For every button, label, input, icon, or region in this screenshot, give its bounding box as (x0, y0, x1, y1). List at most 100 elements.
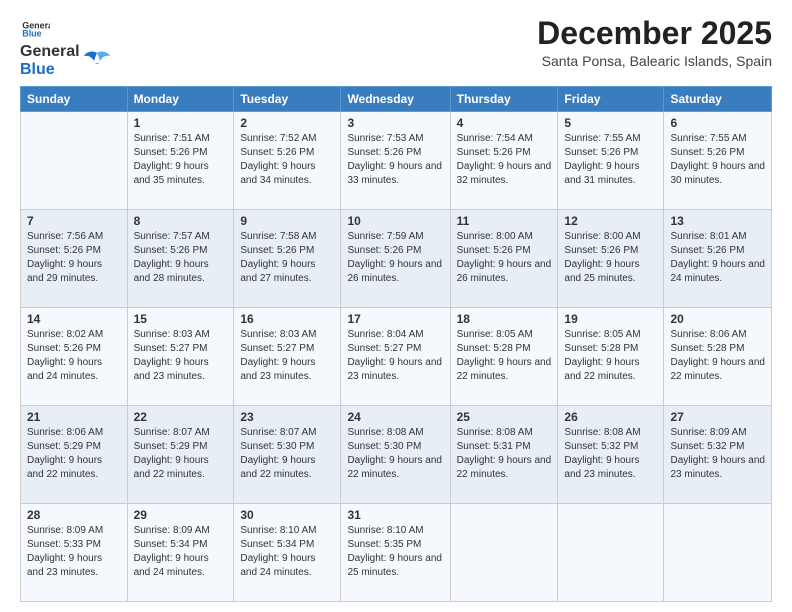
week-row-2: 7 Sunrise: 7:56 AMSunset: 5:26 PMDayligh… (21, 210, 772, 308)
day-info: Sunrise: 7:55 AMSunset: 5:26 PMDaylight:… (564, 132, 657, 188)
logo-area: General Blue General Blue (20, 16, 112, 78)
day-number: 15 (134, 312, 228, 326)
day-number: 25 (457, 410, 552, 424)
day-cell: 1 Sunrise: 7:51 AMSunset: 5:26 PMDayligh… (127, 112, 234, 210)
day-info: Sunrise: 8:07 AMSunset: 5:29 PMDaylight:… (134, 426, 228, 482)
day-info: Sunrise: 8:07 AMSunset: 5:30 PMDaylight:… (240, 426, 334, 482)
day-cell: 11 Sunrise: 8:00 AMSunset: 5:26 PMDaylig… (450, 210, 558, 308)
day-header-monday: Monday (127, 87, 234, 112)
day-cell: 14 Sunrise: 8:02 AMSunset: 5:26 PMDaylig… (21, 308, 128, 406)
day-number: 28 (27, 508, 121, 522)
day-info: Sunrise: 8:06 AMSunset: 5:28 PMDaylight:… (670, 328, 765, 384)
day-cell (450, 504, 558, 602)
day-number: 31 (347, 508, 443, 522)
day-number: 21 (27, 410, 121, 424)
day-info: Sunrise: 8:00 AMSunset: 5:26 PMDaylight:… (457, 230, 552, 286)
day-number: 22 (134, 410, 228, 424)
day-number: 12 (564, 214, 657, 228)
logo: General Blue General Blue (20, 16, 112, 78)
day-number: 30 (240, 508, 334, 522)
day-header-tuesday: Tuesday (234, 87, 341, 112)
day-cell: 21 Sunrise: 8:06 AMSunset: 5:29 PMDaylig… (21, 406, 128, 504)
day-info: Sunrise: 8:05 AMSunset: 5:28 PMDaylight:… (564, 328, 657, 384)
day-cell: 27 Sunrise: 8:09 AMSunset: 5:32 PMDaylig… (664, 406, 772, 504)
day-number: 4 (457, 116, 552, 130)
day-header-thursday: Thursday (450, 87, 558, 112)
logo-bird-icon: General Blue (22, 16, 50, 38)
day-cell: 31 Sunrise: 8:10 AMSunset: 5:35 PMDaylig… (341, 504, 450, 602)
day-info: Sunrise: 8:03 AMSunset: 5:27 PMDaylight:… (134, 328, 228, 384)
logo-general: General (20, 43, 80, 61)
day-number: 29 (134, 508, 228, 522)
day-header-sunday: Sunday (21, 87, 128, 112)
day-cell: 9 Sunrise: 7:58 AMSunset: 5:26 PMDayligh… (234, 210, 341, 308)
week-row-1: 1 Sunrise: 7:51 AMSunset: 5:26 PMDayligh… (21, 112, 772, 210)
day-number: 10 (347, 214, 443, 228)
day-cell: 28 Sunrise: 8:09 AMSunset: 5:33 PMDaylig… (21, 504, 128, 602)
calendar-table: SundayMondayTuesdayWednesdayThursdayFrid… (20, 86, 772, 602)
day-info: Sunrise: 7:59 AMSunset: 5:26 PMDaylight:… (347, 230, 443, 286)
day-cell: 8 Sunrise: 7:57 AMSunset: 5:26 PMDayligh… (127, 210, 234, 308)
day-number: 7 (27, 214, 121, 228)
day-number: 27 (670, 410, 765, 424)
day-cell: 19 Sunrise: 8:05 AMSunset: 5:28 PMDaylig… (558, 308, 664, 406)
calendar-page: General Blue General Blue (0, 0, 792, 612)
day-info: Sunrise: 8:05 AMSunset: 5:28 PMDaylight:… (457, 328, 552, 384)
day-cell (21, 112, 128, 210)
day-number: 13 (670, 214, 765, 228)
day-number: 23 (240, 410, 334, 424)
day-header-saturday: Saturday (664, 87, 772, 112)
day-info: Sunrise: 7:55 AMSunset: 5:26 PMDaylight:… (670, 132, 765, 188)
day-info: Sunrise: 8:03 AMSunset: 5:27 PMDaylight:… (240, 328, 334, 384)
day-cell: 30 Sunrise: 8:10 AMSunset: 5:34 PMDaylig… (234, 504, 341, 602)
day-number: 2 (240, 116, 334, 130)
day-number: 16 (240, 312, 334, 326)
day-info: Sunrise: 8:10 AMSunset: 5:34 PMDaylight:… (240, 524, 334, 580)
day-info: Sunrise: 8:09 AMSunset: 5:34 PMDaylight:… (134, 524, 228, 580)
day-cell: 5 Sunrise: 7:55 AMSunset: 5:26 PMDayligh… (558, 112, 664, 210)
day-cell: 4 Sunrise: 7:54 AMSunset: 5:26 PMDayligh… (450, 112, 558, 210)
week-row-3: 14 Sunrise: 8:02 AMSunset: 5:26 PMDaylig… (21, 308, 772, 406)
day-info: Sunrise: 8:09 AMSunset: 5:32 PMDaylight:… (670, 426, 765, 482)
month-title: December 2025 (537, 16, 772, 51)
day-info: Sunrise: 8:06 AMSunset: 5:29 PMDaylight:… (27, 426, 121, 482)
svg-text:Blue: Blue (22, 29, 41, 38)
day-cell: 24 Sunrise: 8:08 AMSunset: 5:30 PMDaylig… (341, 406, 450, 504)
day-cell: 25 Sunrise: 8:08 AMSunset: 5:31 PMDaylig… (450, 406, 558, 504)
location-subtitle: Santa Ponsa, Balearic Islands, Spain (537, 53, 772, 69)
day-info: Sunrise: 7:56 AMSunset: 5:26 PMDaylight:… (27, 230, 121, 286)
day-info: Sunrise: 8:08 AMSunset: 5:31 PMDaylight:… (457, 426, 552, 482)
header: General Blue General Blue (20, 16, 772, 78)
day-cell: 15 Sunrise: 8:03 AMSunset: 5:27 PMDaylig… (127, 308, 234, 406)
day-info: Sunrise: 8:08 AMSunset: 5:32 PMDaylight:… (564, 426, 657, 482)
day-info: Sunrise: 8:00 AMSunset: 5:26 PMDaylight:… (564, 230, 657, 286)
logo-blue: Blue (20, 61, 80, 79)
day-number: 18 (457, 312, 552, 326)
day-cell: 16 Sunrise: 8:03 AMSunset: 5:27 PMDaylig… (234, 308, 341, 406)
day-info: Sunrise: 7:52 AMSunset: 5:26 PMDaylight:… (240, 132, 334, 188)
week-row-5: 28 Sunrise: 8:09 AMSunset: 5:33 PMDaylig… (21, 504, 772, 602)
day-number: 3 (347, 116, 443, 130)
day-info: Sunrise: 8:08 AMSunset: 5:30 PMDaylight:… (347, 426, 443, 482)
day-cell: 3 Sunrise: 7:53 AMSunset: 5:26 PMDayligh… (341, 112, 450, 210)
day-info: Sunrise: 7:53 AMSunset: 5:26 PMDaylight:… (347, 132, 443, 188)
day-cell: 17 Sunrise: 8:04 AMSunset: 5:27 PMDaylig… (341, 308, 450, 406)
day-cell: 23 Sunrise: 8:07 AMSunset: 5:30 PMDaylig… (234, 406, 341, 504)
day-number: 5 (564, 116, 657, 130)
day-info: Sunrise: 8:09 AMSunset: 5:33 PMDaylight:… (27, 524, 121, 580)
day-cell: 20 Sunrise: 8:06 AMSunset: 5:28 PMDaylig… (664, 308, 772, 406)
day-number: 20 (670, 312, 765, 326)
day-info: Sunrise: 8:01 AMSunset: 5:26 PMDaylight:… (670, 230, 765, 286)
day-cell: 26 Sunrise: 8:08 AMSunset: 5:32 PMDaylig… (558, 406, 664, 504)
day-cell: 2 Sunrise: 7:52 AMSunset: 5:26 PMDayligh… (234, 112, 341, 210)
day-cell: 6 Sunrise: 7:55 AMSunset: 5:26 PMDayligh… (664, 112, 772, 210)
week-row-4: 21 Sunrise: 8:06 AMSunset: 5:29 PMDaylig… (21, 406, 772, 504)
day-info: Sunrise: 8:10 AMSunset: 5:35 PMDaylight:… (347, 524, 443, 580)
day-number: 1 (134, 116, 228, 130)
day-number: 14 (27, 312, 121, 326)
day-cell: 7 Sunrise: 7:56 AMSunset: 5:26 PMDayligh… (21, 210, 128, 308)
day-info: Sunrise: 7:54 AMSunset: 5:26 PMDaylight:… (457, 132, 552, 188)
day-number: 8 (134, 214, 228, 228)
day-cell (558, 504, 664, 602)
day-cell: 10 Sunrise: 7:59 AMSunset: 5:26 PMDaylig… (341, 210, 450, 308)
